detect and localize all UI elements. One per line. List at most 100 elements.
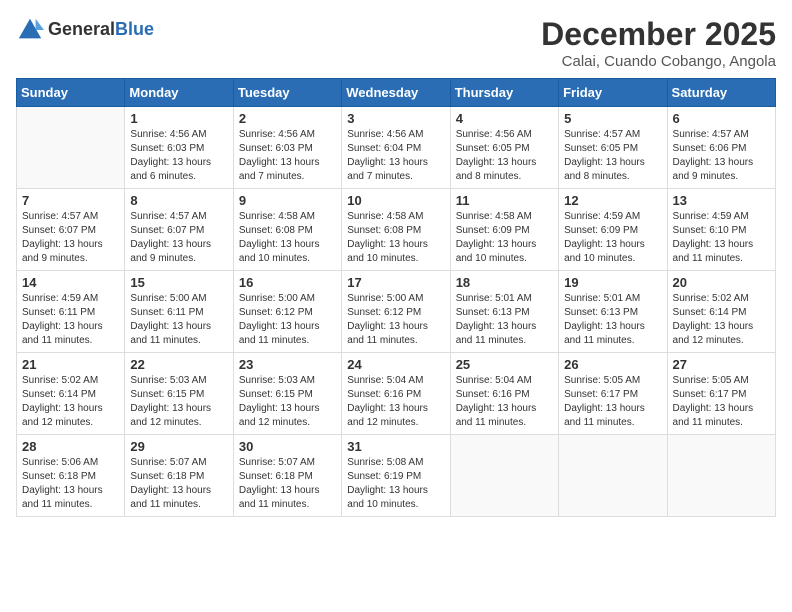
day-info: Sunrise: 4:59 AM Sunset: 6:10 PM Dayligh… (673, 210, 770, 266)
day-number: 29 (130, 439, 227, 454)
day-info: Sunrise: 5:06 AM Sunset: 6:18 PM Dayligh… (22, 456, 119, 512)
calendar-cell: 5 Sunrise: 4:57 AM Sunset: 6:05 PM Daylig… (559, 107, 667, 189)
calendar-cell: 27Sunrise: 5:05 AM Sunset: 6:17 PM Dayli… (667, 353, 775, 435)
calendar-cell: 26 Sunrise: 5:05 AM Sunset: 6:17 PM Dayli… (559, 353, 667, 435)
subtitle: Calai, Cuando Cobango, Angola (541, 53, 776, 70)
day-number: 15 (130, 275, 227, 290)
day-info: Sunrise: 4:57 AM Sunset: 6:06 PM Dayligh… (673, 128, 770, 184)
day-number: 30 (239, 439, 336, 454)
header-cell-saturday: Saturday (667, 79, 775, 107)
calendar-week-row: 7 Sunrise: 4:57 AM Sunset: 6:07 PM Daylig… (17, 189, 776, 271)
day-number: 13 (673, 193, 770, 208)
page-header: GeneralBlue December 2025 Calai, Cuando … (16, 16, 776, 70)
calendar-week-row: 21Sunrise: 5:02 AM Sunset: 6:14 PM Dayli… (17, 353, 776, 435)
calendar-cell: 23 Sunrise: 5:03 AM Sunset: 6:15 PM Dayli… (233, 353, 341, 435)
calendar-cell: 28 Sunrise: 5:06 AM Sunset: 6:18 PM Dayli… (17, 435, 125, 517)
calendar-week-row: 14 Sunrise: 4:59 AM Sunset: 6:11 PM Dayli… (17, 271, 776, 353)
day-info: Sunrise: 4:58 AM Sunset: 6:08 PM Dayligh… (347, 210, 444, 266)
calendar-cell: 12Sunrise: 4:59 AM Sunset: 6:09 PM Dayli… (559, 189, 667, 271)
header-cell-wednesday: Wednesday (342, 79, 450, 107)
day-number: 25 (456, 357, 553, 372)
day-info: Sunrise: 5:03 AM Sunset: 6:15 PM Dayligh… (130, 374, 227, 430)
calendar-cell (17, 107, 125, 189)
calendar-header: SundayMondayTuesdayWednesdayThursdayFrid… (17, 79, 776, 107)
day-number: 9 (239, 193, 336, 208)
day-info: Sunrise: 4:57 AM Sunset: 6:07 PM Dayligh… (22, 210, 119, 266)
calendar-cell: 17Sunrise: 5:00 AM Sunset: 6:12 PM Dayli… (342, 271, 450, 353)
day-info: Sunrise: 5:02 AM Sunset: 6:14 PM Dayligh… (673, 292, 770, 348)
calendar-cell: 21Sunrise: 5:02 AM Sunset: 6:14 PM Dayli… (17, 353, 125, 435)
calendar-cell: 10 Sunrise: 4:58 AM Sunset: 6:08 PM Dayli… (342, 189, 450, 271)
calendar-cell: 9Sunrise: 4:58 AM Sunset: 6:08 PM Daylig… (233, 189, 341, 271)
day-info: Sunrise: 4:57 AM Sunset: 6:05 PM Dayligh… (564, 128, 661, 184)
day-info: Sunrise: 4:56 AM Sunset: 6:04 PM Dayligh… (347, 128, 444, 184)
day-number: 5 (564, 111, 661, 126)
day-info: Sunrise: 4:56 AM Sunset: 6:05 PM Dayligh… (456, 128, 553, 184)
day-number: 6 (673, 111, 770, 126)
header-cell-friday: Friday (559, 79, 667, 107)
calendar-cell: 1Sunrise: 4:56 AM Sunset: 6:03 PM Daylig… (125, 107, 233, 189)
day-info: Sunrise: 5:07 AM Sunset: 6:18 PM Dayligh… (239, 456, 336, 512)
day-info: Sunrise: 5:07 AM Sunset: 6:18 PM Dayligh… (130, 456, 227, 512)
day-number: 28 (22, 439, 119, 454)
title-area: December 2025 Calai, Cuando Cobango, Ang… (541, 16, 776, 70)
day-info: Sunrise: 5:01 AM Sunset: 6:13 PM Dayligh… (456, 292, 553, 348)
day-info: Sunrise: 5:04 AM Sunset: 6:16 PM Dayligh… (347, 374, 444, 430)
day-info: Sunrise: 5:00 AM Sunset: 6:11 PM Dayligh… (130, 292, 227, 348)
header-cell-tuesday: Tuesday (233, 79, 341, 107)
day-number: 10 (347, 193, 444, 208)
day-number: 27 (673, 357, 770, 372)
day-number: 3 (347, 111, 444, 126)
day-number: 22 (130, 357, 227, 372)
day-info: Sunrise: 4:56 AM Sunset: 6:03 PM Dayligh… (130, 128, 227, 184)
day-number: 17 (347, 275, 444, 290)
calendar-week-row: 1Sunrise: 4:56 AM Sunset: 6:03 PM Daylig… (17, 107, 776, 189)
calendar-cell: 19 Sunrise: 5:01 AM Sunset: 6:13 PM Dayli… (559, 271, 667, 353)
day-number: 18 (456, 275, 553, 290)
header-cell-thursday: Thursday (450, 79, 558, 107)
day-number: 12 (564, 193, 661, 208)
calendar-cell: 25 Sunrise: 5:04 AM Sunset: 6:16 PM Dayli… (450, 353, 558, 435)
day-number: 24 (347, 357, 444, 372)
calendar-cell: 8 Sunrise: 4:57 AM Sunset: 6:07 PM Daylig… (125, 189, 233, 271)
calendar-cell (667, 435, 775, 517)
day-number: 21 (22, 357, 119, 372)
calendar-cell: 7 Sunrise: 4:57 AM Sunset: 6:07 PM Daylig… (17, 189, 125, 271)
day-number: 19 (564, 275, 661, 290)
calendar-body: 1Sunrise: 4:56 AM Sunset: 6:03 PM Daylig… (17, 107, 776, 517)
calendar-cell: 31 Sunrise: 5:08 AM Sunset: 6:19 PM Dayli… (342, 435, 450, 517)
calendar-cell: 24 Sunrise: 5:04 AM Sunset: 6:16 PM Dayli… (342, 353, 450, 435)
day-info: Sunrise: 4:57 AM Sunset: 6:07 PM Dayligh… (130, 210, 227, 266)
day-info: Sunrise: 5:08 AM Sunset: 6:19 PM Dayligh… (347, 456, 444, 512)
calendar-cell: 2Sunrise: 4:56 AM Sunset: 6:03 PM Daylig… (233, 107, 341, 189)
day-number: 7 (22, 193, 119, 208)
day-number: 31 (347, 439, 444, 454)
logo: GeneralBlue (16, 16, 154, 44)
calendar-cell: 13 Sunrise: 4:59 AM Sunset: 6:10 PM Dayli… (667, 189, 775, 271)
calendar-cell: 3 Sunrise: 4:56 AM Sunset: 6:04 PM Daylig… (342, 107, 450, 189)
calendar-cell: 16Sunrise: 5:00 AM Sunset: 6:12 PM Dayli… (233, 271, 341, 353)
calendar-cell: 15 Sunrise: 5:00 AM Sunset: 6:11 PM Dayli… (125, 271, 233, 353)
day-number: 2 (239, 111, 336, 126)
day-number: 8 (130, 193, 227, 208)
calendar-cell (559, 435, 667, 517)
logo-text-blue: Blue (115, 19, 154, 39)
header-cell-sunday: Sunday (17, 79, 125, 107)
day-number: 4 (456, 111, 553, 126)
day-info: Sunrise: 5:05 AM Sunset: 6:17 PM Dayligh… (564, 374, 661, 430)
day-info: Sunrise: 4:59 AM Sunset: 6:11 PM Dayligh… (22, 292, 119, 348)
calendar-cell: 18 Sunrise: 5:01 AM Sunset: 6:13 PM Dayli… (450, 271, 558, 353)
day-info: Sunrise: 5:00 AM Sunset: 6:12 PM Dayligh… (239, 292, 336, 348)
day-info: Sunrise: 5:03 AM Sunset: 6:15 PM Dayligh… (239, 374, 336, 430)
calendar-cell: 20Sunrise: 5:02 AM Sunset: 6:14 PM Dayli… (667, 271, 775, 353)
logo-icon (16, 16, 44, 44)
day-info: Sunrise: 5:04 AM Sunset: 6:16 PM Dayligh… (456, 374, 553, 430)
calendar-cell: 6 Sunrise: 4:57 AM Sunset: 6:06 PM Daylig… (667, 107, 775, 189)
logo-text-general: General (48, 19, 115, 39)
day-number: 23 (239, 357, 336, 372)
day-number: 26 (564, 357, 661, 372)
header-cell-monday: Monday (125, 79, 233, 107)
calendar-cell: 4 Sunrise: 4:56 AM Sunset: 6:05 PM Daylig… (450, 107, 558, 189)
day-info: Sunrise: 5:01 AM Sunset: 6:13 PM Dayligh… (564, 292, 661, 348)
day-number: 14 (22, 275, 119, 290)
